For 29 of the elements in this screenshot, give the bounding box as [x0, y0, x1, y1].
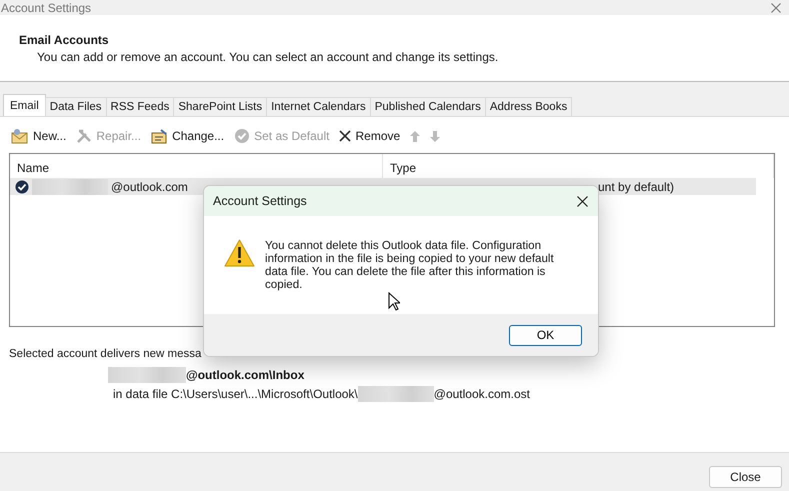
- envelope-icon: [11, 128, 29, 144]
- close-icon: [339, 130, 352, 142]
- tools-icon: [76, 128, 92, 144]
- mouse-cursor-icon: [388, 292, 400, 311]
- toolbar-button[interactable]: New...: [11, 128, 66, 144]
- up-arrow-icon: [410, 130, 420, 142]
- dialog-message: You cannot delete this Outlook data file. Configuration information in the file is being copied to your new default data file. You can delete the file after this information is copied.: [265, 239, 555, 291]
- down-arrow-icon: [430, 130, 440, 142]
- section-title: Email Accounts: [19, 33, 110, 47]
- tab[interactable]: Email: [3, 94, 46, 116]
- tab[interactable]: Data Files: [44, 97, 107, 116]
- tab[interactable]: Address Books: [484, 97, 572, 116]
- card-icon: [151, 128, 168, 144]
- warning-icon: [224, 239, 255, 267]
- toolbar-button[interactable]: Remove: [339, 129, 400, 143]
- dialog-title: Account Settings: [213, 194, 307, 208]
- data-file-path: in data file C:\Users\user\...\Microsoft\Outlook\: [113, 387, 358, 401]
- check-circle-icon: [234, 128, 250, 144]
- account-type: unt by default): [597, 180, 676, 194]
- delivery-text: Selected account delivers new messa: [9, 348, 202, 360]
- close-icon[interactable]: [577, 196, 588, 206]
- window-title: Account Settings: [1, 0, 92, 14]
- toolbar-button[interactable]: Change...: [151, 128, 224, 144]
- data-file-name: @outlook.com.ost: [434, 387, 530, 401]
- ok-button[interactable]: OK: [509, 324, 582, 346]
- account-name: @outlook.com: [111, 180, 188, 194]
- delivery-folder: @outlook.com\Inbox: [186, 368, 304, 382]
- section-description: You can add or remove an account. You can select an account and change its settings.: [36, 50, 500, 64]
- close-button[interactable]: Close: [709, 466, 782, 488]
